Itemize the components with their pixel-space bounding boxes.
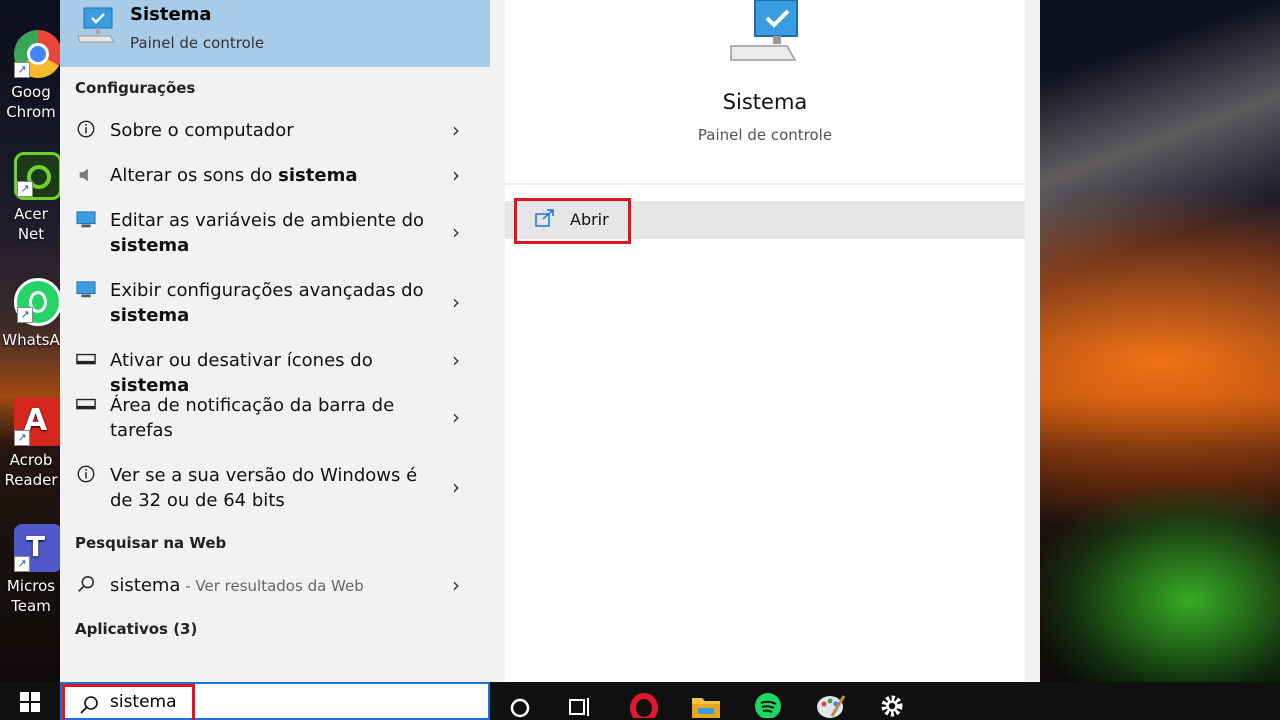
opera-icon	[630, 693, 658, 720]
preview-subtitle: Painel de controle	[697, 126, 833, 144]
desktop-icon-label: Goog Chrom	[6, 83, 56, 121]
taskbar-icon	[76, 398, 96, 410]
acrobat-icon: A ↗	[14, 398, 62, 446]
search-icon	[78, 576, 94, 592]
settings-item-about[interactable]: Sobre o computador ›	[60, 108, 490, 152]
desktop-icon-label: Acer Net Optimi	[14, 205, 48, 243]
settings-item-label: Editar as variáveis de ambiente do siste…	[110, 210, 425, 256]
desktop-icon-whatsapp[interactable]: ↗ WhatsA	[0, 278, 62, 350]
chevron-right-icon[interactable]: ›	[452, 290, 468, 314]
chevron-right-icon[interactable]: ›	[452, 118, 468, 142]
taskbar-settings[interactable]	[870, 686, 914, 718]
desktop-icon-label: Acrob Reader	[4, 451, 58, 489]
desktop-icon-google-chrome[interactable]: ↗ Goog Chrom	[0, 30, 62, 122]
shortcut-arrow-icon: ↗	[14, 430, 30, 446]
settings-item-label: Ver se a sua versão do Windows é de 32 o…	[110, 465, 418, 511]
web-search-label: sistema - Ver resultados da Web	[110, 575, 364, 596]
settings-item-notification-area[interactable]: Área de notificação da barra de tarefas …	[60, 383, 490, 453]
best-match-item[interactable]: Sistema Painel de controle	[60, 0, 490, 67]
desktop-icon-microsoft-teams[interactable]: T ↗ Micros Team	[0, 524, 62, 616]
chevron-right-icon[interactable]: ›	[452, 405, 468, 429]
monitor-icon	[76, 211, 96, 228]
task-view-button[interactable]	[558, 686, 602, 718]
task-view-icon	[569, 698, 589, 716]
shortcut-arrow-icon: ↗	[14, 556, 30, 572]
info-icon	[77, 465, 95, 483]
open-action-label: Abrir	[570, 210, 609, 229]
settings-item-toggle-icons[interactable]: Ativar ou desativar ícones do sistema ›	[60, 338, 490, 396]
shortcut-arrow-icon: ↗	[17, 307, 33, 323]
monitor-icon	[76, 281, 96, 298]
desktop-icon-label: WhatsA	[2, 331, 60, 349]
settings-item-advanced[interactable]: Exibir configurações avançadas do sistem…	[60, 268, 490, 338]
desktop-icon-label: Micros Team	[6, 577, 56, 615]
chevron-right-icon[interactable]: ›	[452, 573, 468, 597]
taskbar-opera[interactable]	[622, 686, 666, 720]
chevron-right-icon[interactable]: ›	[452, 475, 468, 499]
computer-check-icon	[730, 0, 798, 61]
paint-palette-icon	[817, 695, 846, 718]
speaker-icon	[79, 168, 88, 182]
whatsapp-icon: ↗	[14, 278, 62, 326]
chrome-icon: ↗	[14, 30, 62, 78]
spotify-icon	[755, 693, 781, 719]
chevron-right-icon[interactable]: ›	[452, 163, 468, 187]
preview-title: Sistema	[722, 90, 808, 114]
open-external-icon	[535, 209, 554, 227]
taskbar	[0, 682, 1280, 720]
taskbar-file-explorer[interactable]	[684, 686, 728, 718]
start-button[interactable]	[0, 682, 60, 720]
section-apps[interactable]: Aplicativos (3)	[75, 620, 197, 638]
search-icon	[80, 696, 98, 714]
settings-item-label: Sobre o computador	[110, 120, 294, 141]
taskbar-spotify[interactable]	[746, 686, 790, 719]
settings-item-label: Área de notificação da barra de tarefas	[110, 395, 395, 441]
cortana-circle-icon	[510, 698, 530, 718]
computer-check-icon	[77, 7, 115, 43]
settings-item-sounds[interactable]: Alterar os sons do sistema ›	[60, 153, 490, 197]
teams-icon: T ↗	[14, 524, 62, 572]
cortana-button[interactable]	[498, 686, 542, 718]
taskbar-search-box[interactable]	[60, 682, 490, 720]
preview-pane: Sistema Painel de controle Abrir	[505, 0, 1025, 682]
chevron-right-icon[interactable]: ›	[452, 348, 468, 372]
section-web: Pesquisar na Web	[75, 534, 227, 552]
milky-way	[1040, 0, 1280, 320]
results-list: Sistema Painel de controle Configurações…	[60, 0, 490, 682]
desktop-icon-acrobat-reader[interactable]: A ↗ Acrob Reader	[0, 398, 62, 490]
taskbar-paint[interactable]	[808, 686, 852, 718]
gear-icon	[881, 695, 903, 717]
settings-item-windows-version[interactable]: Ver se a sua versão do Windows é de 32 o…	[60, 453, 490, 523]
shortcut-arrow-icon: ↗	[17, 181, 33, 197]
settings-item-label: Exibir configurações avançadas do sistem…	[110, 280, 424, 326]
preview-divider	[505, 183, 1025, 185]
info-icon	[77, 120, 95, 138]
windows-logo-icon	[20, 692, 40, 712]
desktop-icon-acer-network-optimizer[interactable]: ↗ Acer Net Optimi	[0, 152, 62, 244]
best-match-title: Sistema	[130, 4, 212, 25]
chevron-right-icon[interactable]: ›	[452, 220, 468, 244]
acer-optimizer-icon: ↗	[14, 152, 62, 200]
open-action[interactable]: Abrir	[505, 201, 1025, 239]
taskbar-icon	[76, 353, 96, 365]
web-search-item[interactable]: sistema - Ver resultados da Web ›	[60, 563, 490, 607]
search-panel: Sistema Painel de controle Configurações…	[60, 0, 1040, 682]
search-input[interactable]	[110, 692, 470, 712]
section-settings: Configurações	[75, 79, 196, 97]
best-match-subtitle: Painel de controle	[130, 34, 265, 52]
folder-icon	[692, 698, 720, 718]
settings-item-env-vars[interactable]: Editar as variáveis de ambiente do siste…	[60, 198, 490, 268]
shortcut-arrow-icon: ↗	[14, 62, 30, 78]
settings-item-label: Alterar os sons do sistema	[110, 165, 358, 186]
